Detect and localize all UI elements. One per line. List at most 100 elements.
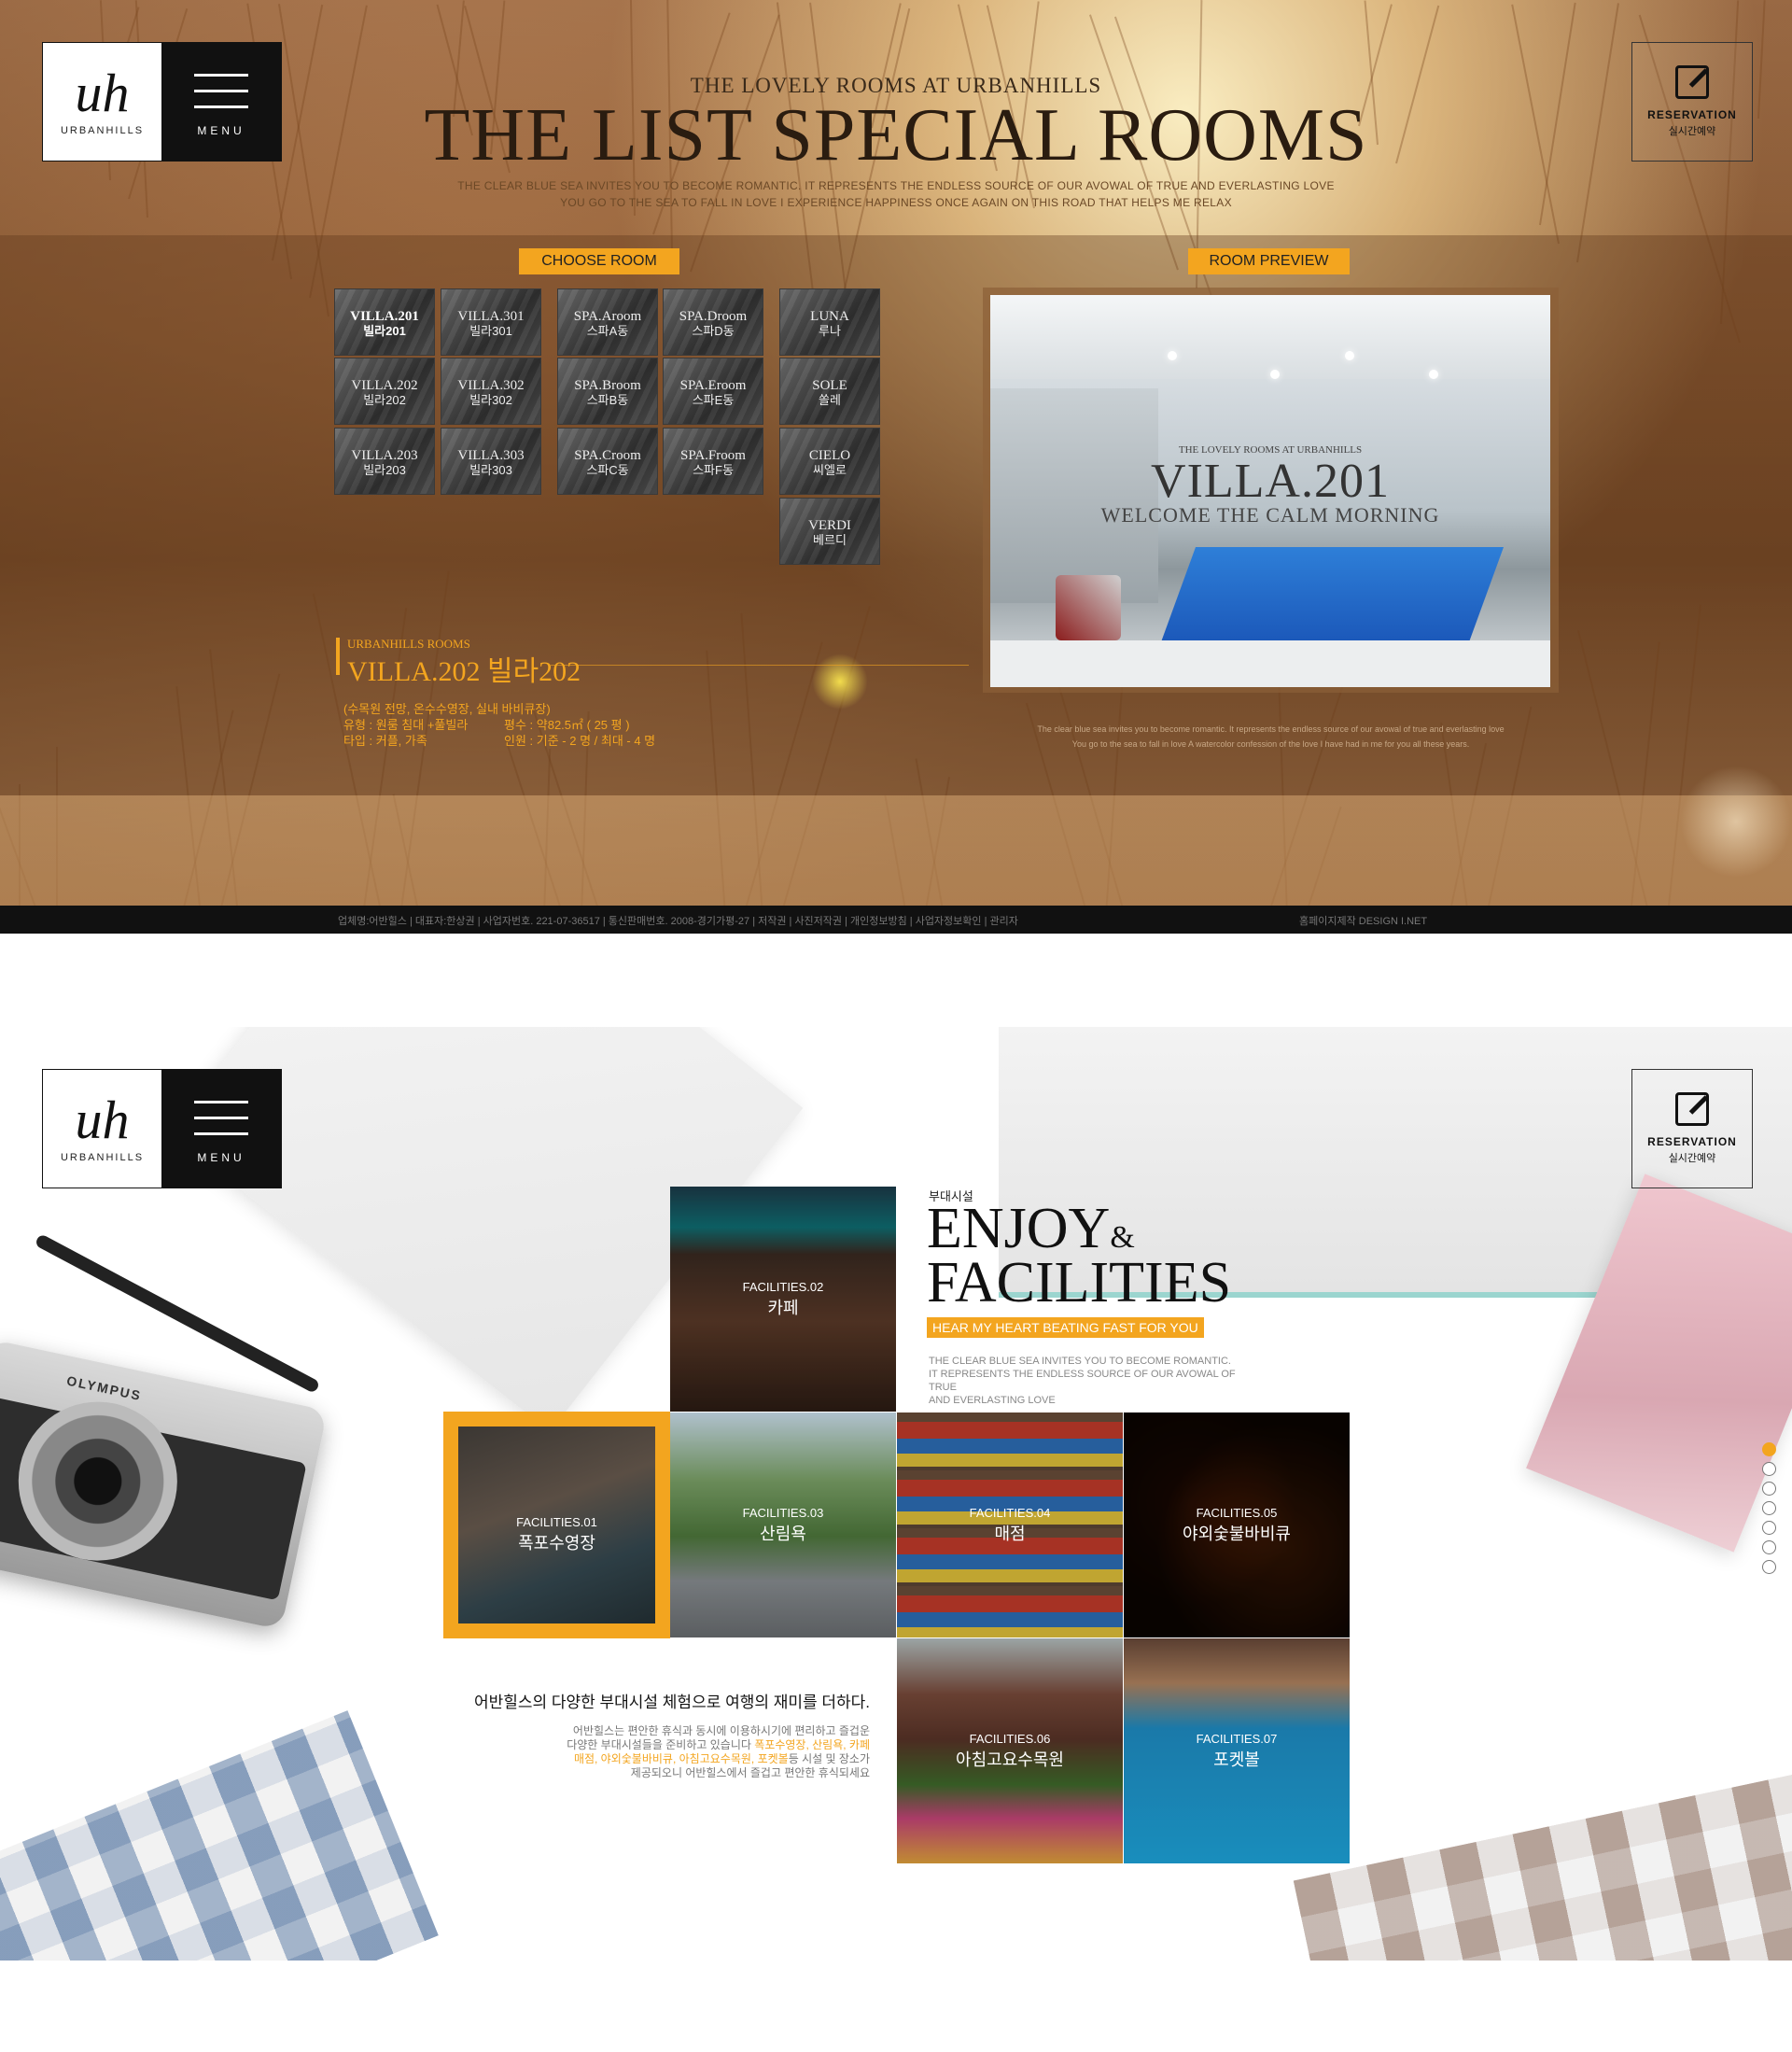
detail-divider [551,665,969,666]
room-tile[interactable]: SPA.Froom 스파F동 [663,428,763,495]
reservation-title: RESERVATION [1647,1135,1737,1148]
facility-tile-5[interactable]: FACILITIES.05 야외숯불바비큐 [1124,1413,1350,1637]
facilities-desc-line: IT REPRESENTS THE ENDLESS SOURCE OF OUR … [929,1369,1236,1393]
room-tile-ko: 스파A동 [586,324,629,338]
detail-area: 평수 : 약82.5㎡ ( 25 평 ) [504,718,630,732]
room-tile-en: SOLE [812,378,847,393]
facility-tile-2[interactable]: FACILITIES.02 카페 [670,1187,896,1412]
camera-brand: OLYMPUS [64,1372,144,1404]
body-text: 제공되오니 어반힐스에서 즐겁고 편안한 휴식되세요 [630,1766,870,1779]
preview-ceiling-light [1345,351,1354,360]
preview-chair [1056,575,1121,640]
room-tile-ko: 빌라201 [363,324,406,338]
room-tile[interactable]: VILLA.302 빌라302 [441,358,541,425]
menu-button[interactable]: MENU [161,1070,281,1188]
preview-tagline: WELCOME THE CALM MORNING [1100,503,1440,527]
room-tile-en: VILLA.303 [457,448,525,463]
detail-room-name: VILLA.202 빌라202 [347,656,581,687]
room-tile[interactable]: LUNA 루나 [779,288,880,356]
facility-tile-4[interactable]: FACILITIES.04 매점 [897,1413,1123,1637]
detail-capacity: 인원 : 기준 - 2 명 / 최대 - 4 명 [504,734,656,748]
room-tile-ko: 빌라303 [469,463,512,477]
room-tile-en: SPA.Broom [574,378,641,393]
background-camera: OLYMPUS [0,1339,328,1630]
room-tile-ko: 스파E동 [692,393,735,407]
rooms-desc-line: THE CLEAR BLUE SEA INVITES YOU TO BECOME… [457,179,1335,192]
facility-tile-7[interactable]: FACILITIES.07 포켓볼 [1124,1638,1350,1863]
facility-number: FACILITIES.01 [516,1515,597,1529]
pagination-dot[interactable] [1762,1482,1776,1496]
room-tile[interactable]: SPA.Eroom 스파E동 [663,358,763,425]
facilities-body: 어반힐스는 편안한 휴식과 동시에 이용하시기에 편리하고 즐겁운 다양한 부대… [504,1724,870,1780]
pagination-dot[interactable] [1762,1560,1776,1574]
room-tile[interactable]: CIELO 씨엘로 [779,428,880,495]
hamburger-icon [194,1116,248,1119]
facilities-desc-line: THE CLEAR BLUE SEA INVITES YOU TO BECOME… [929,1356,1231,1367]
logo[interactable]: uh URBANHILLS [43,1070,161,1188]
room-tile-en: VERDI [808,518,851,533]
room-tile[interactable]: SPA.Croom 스파C동 [557,428,658,495]
facilities-intro: 어반힐스의 다양한 부대시설 체험으로 여행의 재미를 더하다. [473,1694,870,1711]
preview-ceiling-light [1429,370,1438,379]
hamburger-icon [194,1100,248,1103]
site-logo-menu[interactable]: uh URBANHILLS MENU [42,1069,282,1188]
reservation-button[interactable]: RESERVATION 실시간예약 [1631,1069,1753,1188]
room-tile[interactable]: VILLA.303 빌라303 [441,428,541,495]
facilities-title-line2: FACILITIES [927,1251,1232,1314]
facilities-description: THE CLEAR BLUE SEA INVITES YOU TO BECOME… [929,1355,1265,1407]
facility-number: FACILITIES.04 [969,1506,1051,1520]
menu-label: MENU [197,1150,245,1164]
preview-ceiling-light [1270,370,1280,379]
facility-tile-6[interactable]: FACILITIES.06 아침고요수목원 [897,1638,1123,1863]
facility-name: 포켓볼 [1213,1750,1260,1769]
body-text: 등 시설 및 장소가 [788,1752,870,1765]
preview-floor [990,640,1550,687]
room-tile[interactable]: VILLA.201 빌라201 [334,288,435,356]
footer-credit[interactable]: 홈페이지제작 DESIGN I.NET [1299,913,1427,928]
room-tile-ko: 빌라203 [363,463,406,477]
facility-tile-3[interactable]: FACILITIES.03 산림욕 [670,1413,896,1637]
facility-number: FACILITIES.02 [742,1280,824,1294]
room-tile-en: SPA.Droom [679,309,748,324]
room-tile[interactable]: SPA.Broom 스파B동 [557,358,658,425]
pagination-dot[interactable] [1762,1462,1776,1476]
rooms-lower-band [0,795,1792,906]
room-preview-image: THE LOVELY ROOMS AT URBANHILLS VILLA.201… [990,295,1550,687]
body-text: 어반힐스는 편안한 휴식과 동시에 이용하시기에 편리하고 즐겁운 [572,1724,870,1737]
room-tile[interactable]: VERDI 베르디 [779,498,880,565]
room-tile[interactable]: VILLA.203 빌라203 [334,428,435,495]
room-tile-en: SPA.Eroom [679,378,747,393]
room-tile-en: VILLA.202 [351,378,418,393]
footer: 업체명:어반힐스 | 대표자:한상권 | 사업자번호. 221-07-36517… [0,906,1792,934]
detail-accent-bar [336,638,340,675]
room-tile-en: VILLA.302 [457,378,525,393]
edit-icon [1675,1092,1709,1126]
room-tile-ko: 스파D동 [692,324,735,338]
room-tile-ko: 스파B동 [586,393,629,407]
room-tile-en: SPA.Aroom [573,309,642,324]
room-tile-ko: 베르디 [813,533,847,547]
facility-name: 매점 [994,1525,1026,1543]
preview-description: The clear blue sea invites you to become… [983,722,1559,752]
room-tile-en: SPA.Croom [574,448,641,463]
room-preview-frame: THE LOVELY ROOMS AT URBANHILLS VILLA.201… [983,288,1559,693]
pagination-dot[interactable] [1762,1501,1776,1515]
detail-kind: 타입 : 커플, 가족 [343,734,427,748]
pagination-dot[interactable] [1762,1521,1776,1535]
room-tile[interactable]: SPA.Aroom 스파A동 [557,288,658,356]
room-tile[interactable]: SPA.Droom 스파D동 [663,288,763,356]
detail-type: 유형 : 원룸 침대 +풀빌라 [343,718,469,732]
preview-pool [1157,547,1505,650]
room-tile-ko: 스파C동 [586,463,629,477]
room-tile[interactable]: SOLE 쏠레 [779,358,880,425]
facility-number: FACILITIES.07 [1196,1732,1278,1746]
pagination-dot[interactable] [1762,1442,1776,1456]
pagination-dot[interactable] [1762,1540,1776,1554]
room-tile[interactable]: VILLA.301 빌라301 [441,288,541,356]
facility-tile-1[interactable]: FACILITIES.01 폭포수영장 [443,1412,670,1638]
body-text: 다양한 부대시설들을 준비하고 있습니다 [567,1738,755,1751]
room-tile-ko: 루나 [819,324,841,338]
facility-name: 폭포수영장 [518,1534,595,1553]
facility-number: FACILITIES.06 [969,1732,1051,1746]
room-tile[interactable]: VILLA.202 빌라202 [334,358,435,425]
